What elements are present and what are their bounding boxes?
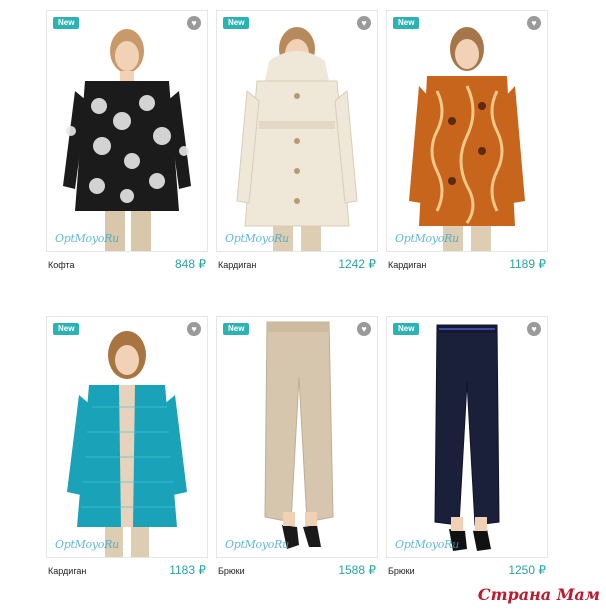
site-watermark: Страна Мам bbox=[477, 585, 600, 604]
product-name[interactable]: Кофта bbox=[48, 260, 74, 270]
brand-logo: OptMoyoRu bbox=[55, 232, 119, 245]
product-price: 1183 ₽ bbox=[169, 563, 206, 577]
product-card[interactable]: New ♥ OptMoyoRu Брюки 1250 ₽ bbox=[386, 316, 548, 582]
product-name[interactable]: Кардиган bbox=[388, 260, 426, 270]
product-name[interactable]: Кардиган bbox=[48, 566, 86, 576]
product-card[interactable]: New ♥ OptMoyoRu Кофта 848 ₽ bbox=[46, 10, 208, 276]
product-photo[interactable]: New ♥ OptMoyoRu bbox=[46, 10, 208, 252]
brand-logo: OptMoyoRu bbox=[395, 232, 459, 245]
product-price: 1242 ₽ bbox=[338, 257, 376, 271]
product-photo[interactable]: New ♥ OptMoyoRu bbox=[46, 316, 208, 558]
brand-logo: OptMoyoRu bbox=[225, 538, 289, 551]
product-card[interactable]: New ♥ OptMoyoRu bbox=[46, 316, 208, 582]
product-card[interactable]: New ♥ OptMoyoRu bbox=[216, 10, 378, 276]
product-name[interactable]: Брюки bbox=[218, 566, 245, 576]
product-photo[interactable]: New ♥ OptMoyoRu bbox=[216, 10, 378, 252]
product-price: 1189 ₽ bbox=[509, 257, 546, 271]
product-card[interactable]: New ♥ OptMoyoRu Брюки 1588 ₽ bbox=[216, 316, 378, 582]
product-photo[interactable]: New ♥ OptMoyoRu bbox=[386, 10, 548, 252]
brand-logo: OptMoyoRu bbox=[395, 538, 459, 551]
brand-logo: OptMoyoRu bbox=[225, 232, 289, 245]
product-price: 1250 ₽ bbox=[508, 563, 546, 577]
product-price: 848 ₽ bbox=[175, 257, 206, 271]
product-card[interactable]: New ♥ OptMoyoRu Кардиган 1189 ₽ bbox=[386, 10, 548, 276]
product-name[interactable]: Кардиган bbox=[218, 260, 256, 270]
product-price: 1588 ₽ bbox=[338, 563, 376, 577]
product-photo[interactable]: New ♥ OptMoyoRu bbox=[386, 316, 548, 558]
product-name[interactable]: Брюки bbox=[388, 566, 415, 576]
brand-logo: OptMoyoRu bbox=[55, 538, 119, 551]
product-photo[interactable]: New ♥ OptMoyoRu bbox=[216, 316, 378, 558]
product-grid: New ♥ OptMoyoRu Кофта 848 ₽ New ♥ OptMoy… bbox=[0, 0, 606, 610]
